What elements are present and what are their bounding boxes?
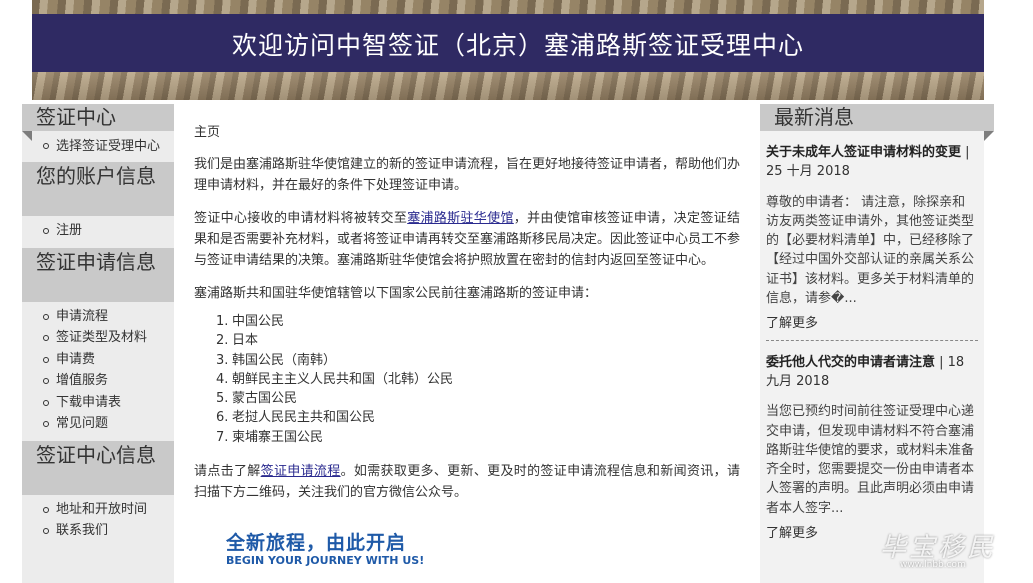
list-item: 4. 朝鲜民主主义人民共和国（北韩）公民	[216, 371, 454, 387]
nation-name: 柬埔寨王国公民	[232, 429, 324, 445]
news-heading: 最新消息	[760, 104, 984, 131]
list-item: 5. 蒙古国公民	[216, 391, 298, 407]
sidebar-list-center-info: 地址和开放时间 联系我们	[22, 495, 174, 548]
left-sidebar: 签证中心 选择签证受理中心 您的账户信息 注册 签证申请信息 申请流程 签证类型…	[22, 104, 174, 583]
nation-name: 老挝人民民主共和国公民	[232, 410, 376, 426]
sidebar-item-value-added[interactable]: 增值服务	[42, 370, 168, 392]
sidebar-item-register[interactable]: 注册	[42, 220, 168, 242]
sidebar-item-contact[interactable]: 联系我们	[42, 520, 168, 542]
sidebar-list-application-info: 申请流程 签证类型及材料 申请费 增值服务 下载申请表 常见问题	[22, 302, 174, 441]
list-item: 1. 中国公民	[216, 314, 285, 329]
process-paragraph: 签证中心接收的申请材料将被转交至塞浦路斯驻华使馆，并由使馆审核签证申请，决定签证…	[194, 208, 740, 271]
embassy-link[interactable]: 塞浦路斯驻华使馆	[407, 211, 514, 226]
jurisdiction-paragraph: 塞浦路斯共和国驻华使馆辖管以下国家公民前往塞浦路斯的签证申请：	[194, 286, 598, 301]
sidebar-item-choose-center[interactable]: 选择签证受理中心	[42, 135, 168, 156]
header-banner: 欢迎访问中智签证（北京）塞浦路斯签证受理中心	[32, 0, 984, 100]
wechat-paragraph: 请点击了解签证申请流程。如需获取更多、更新、更及时的签证申请流程信息和新闻资讯，…	[194, 461, 740, 503]
nation-list: 1. 中国公民 2. 日本 3. 韩国公民（南韩） 4. 朝鲜民主主义人民共和国（北韩）…	[194, 312, 740, 447]
banner-stone-bottom	[32, 72, 984, 100]
breadcrumb[interactable]: 主页	[194, 122, 740, 143]
intro-paragraph: 我们是由塞浦路斯驻华使馆建立的新的签证申请流程，旨在更好地接待签证申请者，帮助他…	[194, 157, 741, 193]
sidebar-item-faq[interactable]: 常见问题	[42, 413, 168, 435]
sidebar-item-fees[interactable]: 申请费	[42, 349, 168, 371]
news-item: 关于未成年人签证申请材料的变更 | 25 十月 2018 尊敬的申请者： 请注意…	[760, 131, 984, 340]
news-title[interactable]: 委托他人代交的申请者请注意	[766, 355, 935, 370]
sidebar-heading-application-info: 签证申请信息	[22, 247, 174, 302]
sidebar-fold-corner-left	[22, 131, 32, 141]
sidebar-list-account: 注册	[22, 216, 174, 248]
sidebar-item-visa-types[interactable]: 签证类型及材料	[42, 327, 168, 349]
nation-name: 韩国公民（南韩）	[232, 352, 337, 368]
nation-name: 朝鲜民主主义人民共和国（北韩）公民	[232, 371, 454, 387]
sidebar-item-process[interactable]: 申请流程	[42, 306, 168, 328]
main-content: 主页 我们是由塞浦路斯驻华使馆建立的新的签证申请流程，旨在更好地接待签证申请者，…	[174, 104, 760, 583]
sidebar-heading-visa-center: 签证中心	[22, 104, 174, 131]
sidebar-heading-account: 您的账户信息	[22, 162, 174, 216]
nation-name: 日本	[232, 333, 259, 349]
process-link[interactable]: 签证申请流程	[261, 464, 341, 479]
read-more-link[interactable]: 了解更多	[766, 314, 978, 339]
sidebar-list-visa-center: 选择签证受理中心	[22, 131, 174, 162]
list-item: 3. 韩国公民（南韩）	[216, 352, 337, 368]
news-body: 尊敬的申请者： 请注意，除探亲和访友两类签证申请外，其他签证类型的【必要材料清单…	[766, 194, 975, 307]
sidebar-heading-center-info: 签证中心信息	[22, 440, 174, 495]
news-body: 当您已预约时间前往签证受理中心递交申请，但发现申请材料不符合塞浦路斯驻华使馆的要…	[766, 404, 975, 516]
news-headline: 关于未成年人签证申请材料的变更 | 25 十月 2018	[766, 143, 978, 182]
news-headline: 委托他人代交的申请者请注意 | 18 九月 2018	[766, 353, 978, 392]
promo-slogan-cn: 全新旅程，由此开启	[226, 532, 407, 555]
site-title: 欢迎访问中智签证（北京）塞浦路斯签证受理中心	[231, 31, 804, 60]
read-more-link[interactable]: 了解更多	[766, 524, 978, 549]
nation-name: 蒙古国公民	[232, 391, 298, 407]
news-sidebar: 最新消息 关于未成年人签证申请材料的变更 | 25 十月 2018 尊敬的申请者…	[760, 104, 984, 583]
list-item: 6. 老挝人民民主共和国公民	[216, 410, 376, 426]
list-item: 2. 日本	[216, 333, 259, 349]
news-heading-tab	[984, 104, 994, 131]
sidebar-fold-corner-right	[984, 131, 994, 141]
sidebar-item-download-forms[interactable]: 下载申请表	[42, 392, 168, 414]
wechat-text-before: 请点击了解	[194, 464, 261, 480]
news-item: 委托他人代交的申请者请注意 | 18 九月 2018 当您已预约时间前往签证受理…	[760, 341, 984, 550]
news-title[interactable]: 关于未成年人签证申请材料的变更	[766, 145, 961, 160]
nation-name: 中国公民	[232, 314, 285, 329]
process-text-before: 签证中心接收的申请材料将被转交至	[194, 211, 408, 226]
banner-title-bar: 欢迎访问中智签证（北京）塞浦路斯签证受理中心	[32, 14, 984, 74]
promo-slogan-en: BEGIN YOUR JOURNEY WITH US!	[226, 554, 425, 568]
sidebar-item-address-hours[interactable]: 地址和开放时间	[42, 499, 168, 521]
list-item: 7. 柬埔寨王国公民	[216, 429, 324, 445]
banner-stone-top	[32, 0, 984, 14]
